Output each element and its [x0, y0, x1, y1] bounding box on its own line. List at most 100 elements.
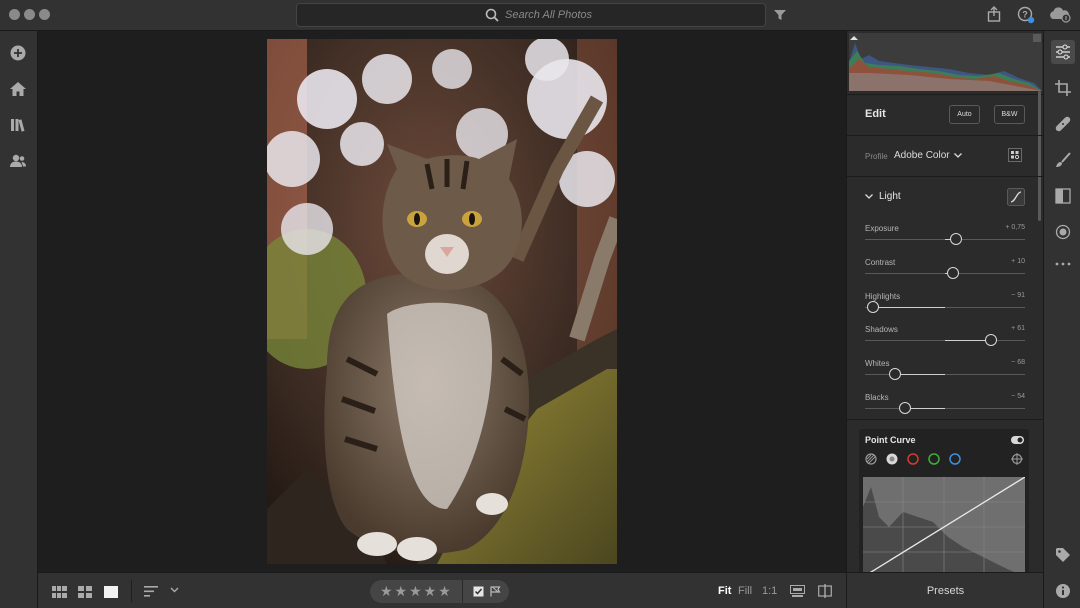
linear-gradient-tool[interactable] [1051, 184, 1075, 208]
radial-gradient-tool[interactable] [1051, 220, 1075, 244]
home-icon[interactable] [9, 81, 27, 97]
chevron-down-icon[interactable] [170, 587, 179, 593]
slider-knob[interactable] [899, 402, 911, 414]
reject-flag-icon[interactable] [490, 586, 501, 597]
parametric-curve-icon[interactable] [865, 453, 877, 465]
black-white-button[interactable]: B&W [994, 105, 1025, 124]
slider-track[interactable] [865, 408, 1025, 409]
point-curve-title: Point Curve [865, 435, 916, 445]
zoom-fit[interactable]: Fit [718, 585, 731, 597]
slider-knob[interactable] [947, 266, 959, 279]
light-section-title[interactable]: Light [879, 191, 901, 202]
keywords-tool[interactable] [1051, 543, 1075, 567]
presets-bar[interactable]: Presets [846, 572, 1043, 608]
slider-fill [905, 408, 945, 409]
info-icon [1056, 584, 1070, 598]
slider-value: − 68 [1011, 359, 1025, 367]
healing-tool[interactable] [1051, 112, 1075, 136]
blue-channel-icon[interactable] [949, 453, 961, 465]
minimize-window-button[interactable] [24, 9, 35, 20]
panel-divider [847, 419, 1043, 420]
chevron-down-icon[interactable] [954, 153, 962, 158]
bottom-toolbar: ★★★★★ Fit Fill 1:1 [38, 572, 846, 608]
cloud-sync-icon[interactable] [1049, 7, 1071, 23]
library-icon[interactable] [9, 117, 27, 133]
square-grid-view-icon[interactable] [52, 586, 67, 598]
more-icon [1055, 262, 1071, 266]
star-rating[interactable]: ★★★★★ [380, 583, 453, 600]
svg-text:?: ? [1022, 10, 1028, 20]
add-photos-icon[interactable] [9, 44, 27, 62]
rgb-curve-icon[interactable] [886, 453, 898, 465]
share-icon[interactable] [987, 6, 1001, 22]
point-curve-toggle[interactable] [1011, 436, 1024, 444]
slider-label: Exposure [865, 224, 899, 233]
slider-knob[interactable] [867, 300, 879, 313]
slider-label: Shadows [865, 325, 898, 335]
edit-panel: Edit Auto B&W Profile Adobe Color Light … [846, 31, 1043, 572]
zoom-fill[interactable]: Fill [738, 585, 752, 597]
profile-select[interactable]: Adobe Color [894, 150, 950, 161]
help-icon[interactable]: ? [1017, 6, 1035, 24]
slider-value: + 0,75 [1005, 224, 1025, 231]
edit-title: Edit [865, 108, 886, 120]
linear-gradient-icon [1055, 188, 1071, 204]
photo-canvas[interactable] [38, 31, 846, 572]
rating-flag-control: ★★★★★ [370, 580, 509, 603]
flag-controls [462, 580, 509, 603]
slider-knob[interactable] [950, 233, 962, 245]
slider-whites[interactable]: Whites − 68 [865, 359, 1025, 389]
photo-grid-view-icon[interactable] [78, 586, 92, 598]
tone-curve-icon[interactable] [1007, 188, 1025, 206]
slider-knob[interactable] [889, 368, 901, 381]
toolbar-divider [131, 580, 132, 602]
brush-tool[interactable] [1051, 148, 1075, 172]
search-icon [485, 8, 499, 22]
slider-fill [873, 306, 945, 308]
filter-icon[interactable] [774, 9, 786, 21]
detail-view-icon[interactable] [104, 586, 118, 598]
point-curve-panel: Point Curve [859, 429, 1029, 572]
close-window-button[interactable] [9, 9, 20, 20]
sliders-icon [1056, 44, 1070, 60]
presets-label[interactable]: Presets [847, 585, 1044, 597]
tag-icon [1056, 548, 1070, 562]
compare-split-icon[interactable] [818, 584, 832, 598]
slider-label: Highlights [865, 291, 901, 301]
slider-exposure[interactable]: Exposure + 0,75 [865, 224, 1025, 254]
pick-flag-icon[interactable] [473, 586, 484, 597]
panel-divider [847, 135, 1043, 136]
left-nav-rail [0, 31, 38, 608]
edit-tool[interactable] [1051, 40, 1075, 64]
search-input[interactable]: Search All Photos [296, 3, 766, 27]
sort-icon[interactable] [144, 586, 158, 597]
slider-highlights[interactable]: Highlights − 91 [865, 292, 1025, 322]
target-adjust-icon[interactable] [1011, 453, 1023, 465]
slider-label: Contrast [865, 257, 896, 267]
edit-tools-rail [1043, 31, 1080, 608]
green-channel-icon[interactable] [928, 453, 940, 465]
more-tools[interactable] [1051, 252, 1075, 276]
slider-shadows[interactable]: Shadows + 61 [865, 325, 1025, 355]
info-tool[interactable] [1051, 579, 1075, 603]
chevron-down-icon[interactable] [865, 194, 873, 199]
profile-browser-icon[interactable] [1008, 148, 1022, 162]
red-channel-icon[interactable] [907, 453, 919, 465]
title-bar: Search All Photos ? [0, 0, 1080, 31]
radial-gradient-icon [1055, 224, 1071, 240]
slider-value: + 61 [1011, 325, 1025, 333]
people-icon[interactable] [9, 153, 27, 169]
search-placeholder: Search All Photos [505, 9, 593, 21]
zoom-window-button[interactable] [39, 9, 50, 20]
bandage-icon [1055, 116, 1071, 132]
curve-graph[interactable] [863, 477, 1025, 572]
panel-scrollbar[interactable] [1038, 91, 1041, 221]
slider-knob[interactable] [985, 334, 997, 347]
histogram [849, 33, 1042, 91]
crop-tool[interactable] [1051, 76, 1075, 100]
slider-contrast[interactable]: Contrast + 10 [865, 258, 1025, 288]
profile-label: Profile [865, 152, 888, 161]
auto-button[interactable]: Auto [949, 105, 980, 124]
before-after-icon[interactable] [790, 585, 805, 597]
zoom-one-to-one[interactable]: 1:1 [762, 585, 777, 597]
